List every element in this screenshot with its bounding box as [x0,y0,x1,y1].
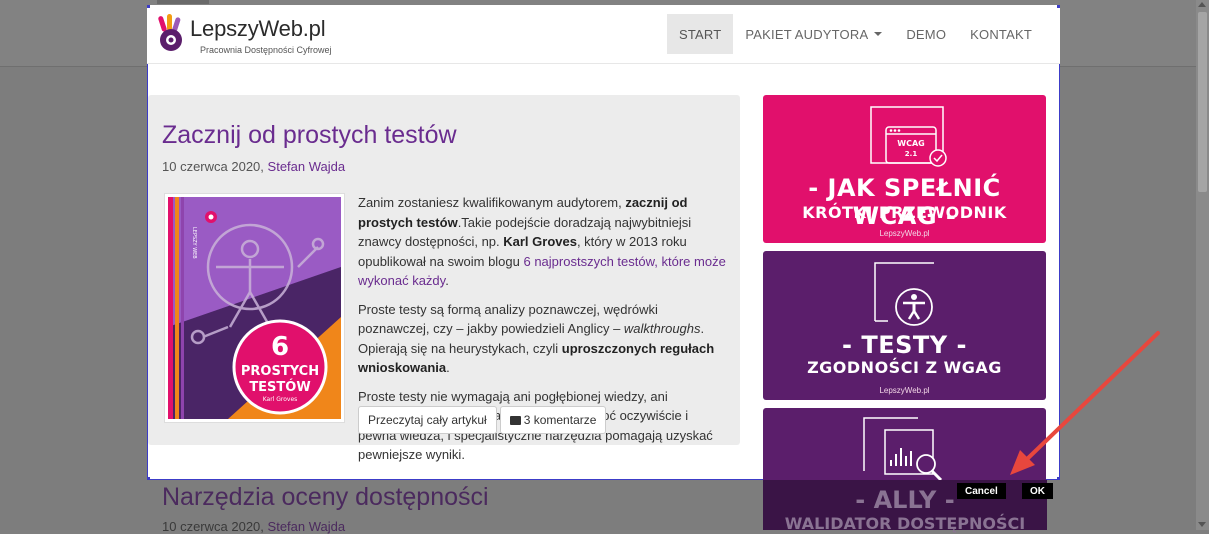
ok-button[interactable]: OK [1022,483,1053,499]
article-meta: 10 czerwca 2020, Stefan Wajda [162,159,345,174]
scroll-down-icon[interactable] [1198,522,1206,527]
banner-tests[interactable]: - TESTY - ZGODNOŚCI Z WGAG LepszyWeb.pl [763,251,1046,400]
article-thumbnail[interactable]: LEPSZY WEB 6 PROSTYCH TESTÓW Karl Groves [164,193,345,423]
excerpt-paragraph-2: Proste testy są formą analizy poznawczej… [358,300,730,378]
capture-action-bar: Cancel [957,482,1006,500]
read-more-button[interactable]: Przeczytaj cały artykuł [358,406,497,434]
post2-title[interactable]: Narzędzia oceny dostępności [162,483,489,512]
handle-bottom-left[interactable] [147,477,150,480]
p1-text-1: Zanim zostaniesz kwalifikowanym audytore… [358,195,626,210]
accessibility-icon [874,262,934,326]
site-logo[interactable]: LepszyWeb.pl Pracownia Dostępności Cyfro… [156,14,346,58]
cover-line2: TESTÓW [249,379,310,395]
logo-subtitle: Pracownia Dostępności Cyfrowej [200,45,332,55]
cover-line1: PROSTYCH [241,364,319,379]
nav-start[interactable]: START [666,14,734,54]
wcag-badge-bottom: 2.1 [905,150,918,158]
banner-tests-subtitle: ZGODNOŚCI Z WGAG [807,358,1002,377]
page-capture: LepszyWeb.pl Pracownia Dostępności Cyfro… [147,5,1060,480]
article-title[interactable]: Zacznij od prostych testów [162,121,457,150]
book-cover-image: LEPSZY WEB 6 PROSTYCH TESTÓW Karl Groves [168,197,341,419]
excerpt-paragraph-1: Zanim zostaniesz kwalifikowanym audytore… [358,193,730,291]
banner-ally[interactable] [763,408,1046,480]
cover-author: Karl Groves [263,396,298,403]
comment-icon [509,415,521,425]
post2-date: 10 czerwca 2020, [162,519,264,534]
article-date: 10 czerwca 2020, [162,159,264,174]
banner-wcag-site: LepszyWeb.pl [879,229,930,238]
article-author-link[interactable]: Stefan Wajda [268,159,346,174]
logo-title: LepszyWeb.pl [190,16,326,41]
post2-meta: 10 czerwca 2020, Stefan Wajda [162,519,345,534]
p2-text-1: Proste testy są formą analizy poznawczej… [358,301,658,337]
logo-mark-icon [158,14,182,51]
handle-bottom-right[interactable] [1057,477,1060,480]
banner-ally-below-subtitle: WALIDATOR DOSTĘPNOŚCI [784,514,1026,533]
scroll-up-icon[interactable] [1198,2,1206,7]
handle-top-left[interactable] [147,5,150,8]
scrollbar[interactable] [1196,0,1209,530]
comments-label: 3 komentarze [523,413,597,427]
wcag-badge-top: WCAG [897,139,924,148]
article-actions: Przeczytaj cały artykuł 3 komentarze [358,406,607,434]
p2-italic: walkthroughs [623,321,701,336]
comments-button[interactable]: 3 komentarze [499,406,607,434]
banner-wcag-subtitle: KRÓTKI PRZEWODNIK [802,203,1007,222]
nav-kontakt[interactable]: KONTAKT [958,14,1044,54]
p1-text-4: . [445,273,449,288]
handle-top-right[interactable] [1057,5,1060,8]
nav-demo[interactable]: DEMO [894,14,958,54]
main-nav: START PAKIET AUDYTORA DEMO KONTAKT [666,14,1044,54]
p2-text-3: . [446,360,450,375]
post2-author-link[interactable]: Stefan Wajda [268,519,346,534]
scroll-thumb[interactable] [1198,12,1207,192]
banner-wcag-guide[interactable]: WCAG 2.1 - JAK SPEŁNIĆ WCAG - KRÓTKI PRZ… [763,95,1046,243]
nav-pakiet-label: PAKIET AUDYTORA [745,26,869,42]
banner-tests-title: - TESTY - [842,331,967,359]
cancel-button[interactable]: Cancel [957,483,1006,499]
site-navbar: LepszyWeb.pl Pracownia Dostępności Cyfro… [147,5,1060,64]
cover-number: 6 [271,332,289,362]
article-card: Zacznij od prostych testów 10 czerwca 20… [148,95,740,462]
cover-spine-text: LEPSZY WEB [191,227,197,259]
browser-tab-stub [157,0,209,4]
banner-tests-site: LepszyWeb.pl [879,386,930,395]
capture-ok-bar: OK [1022,482,1053,500]
nav-pakiet-audytora[interactable]: PAKIET AUDYTORA [733,14,894,54]
wcag-badge-icon: WCAG 2.1 [870,106,947,167]
validator-icon [863,417,943,480]
p1-bold-2: Karl Groves [503,234,577,249]
caret-down-icon [874,32,883,36]
